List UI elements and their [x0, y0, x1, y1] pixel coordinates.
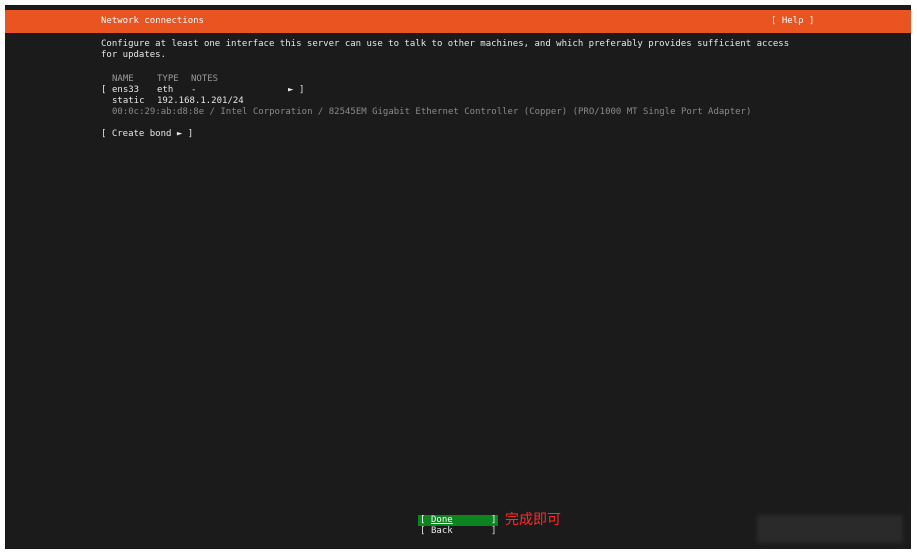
interface-type: eth: [157, 85, 174, 95]
column-name: NAME: [112, 74, 134, 84]
column-type: TYPE: [157, 74, 179, 84]
back-button[interactable]: [ Back ]: [418, 526, 498, 537]
description-text: Configure at least one interface this se…: [101, 39, 790, 60]
done-open-bracket: [: [420, 515, 426, 525]
back-close-bracket: ]: [491, 526, 497, 536]
interface-address-row: static 192.168.1.201/24: [112, 96, 272, 107]
help-button[interactable]: [ Help ]: [771, 16, 814, 26]
back-open-bracket: [: [420, 526, 426, 536]
watermark-blur: [757, 515, 903, 543]
interface-name: ens33: [112, 85, 140, 95]
interface-hardware-info: 00:0c:29:ab:d8:8e / Intel Corporation / …: [112, 107, 752, 117]
installer-screen: Network connections [ Help ] Configure a…: [5, 5, 911, 549]
page-title: Network connections: [101, 16, 204, 26]
done-close-bracket: ]: [491, 515, 497, 525]
column-notes: NOTES: [191, 74, 219, 84]
done-label-text: Done: [431, 515, 453, 525]
row-open-bracket: [: [101, 85, 107, 95]
row-close-bracket: ]: [299, 85, 305, 95]
addressing-mode: static: [112, 96, 145, 106]
submenu-arrow-icon: ►: [288, 85, 294, 95]
annotation-text: 完成即可: [505, 512, 561, 528]
ip-address: 192.168.1.201/24: [157, 96, 244, 106]
back-label: Back: [431, 526, 453, 536]
done-button[interactable]: [ Done ]: [418, 515, 498, 526]
interface-notes: -: [191, 85, 197, 95]
done-label: Done: [431, 515, 453, 526]
create-bond-button[interactable]: [ Create bond ► ]: [101, 129, 193, 140]
table-header: NAME TYPE NOTES: [112, 74, 312, 85]
interface-row-ens33[interactable]: [ ens33 eth - ► ]: [101, 85, 311, 96]
